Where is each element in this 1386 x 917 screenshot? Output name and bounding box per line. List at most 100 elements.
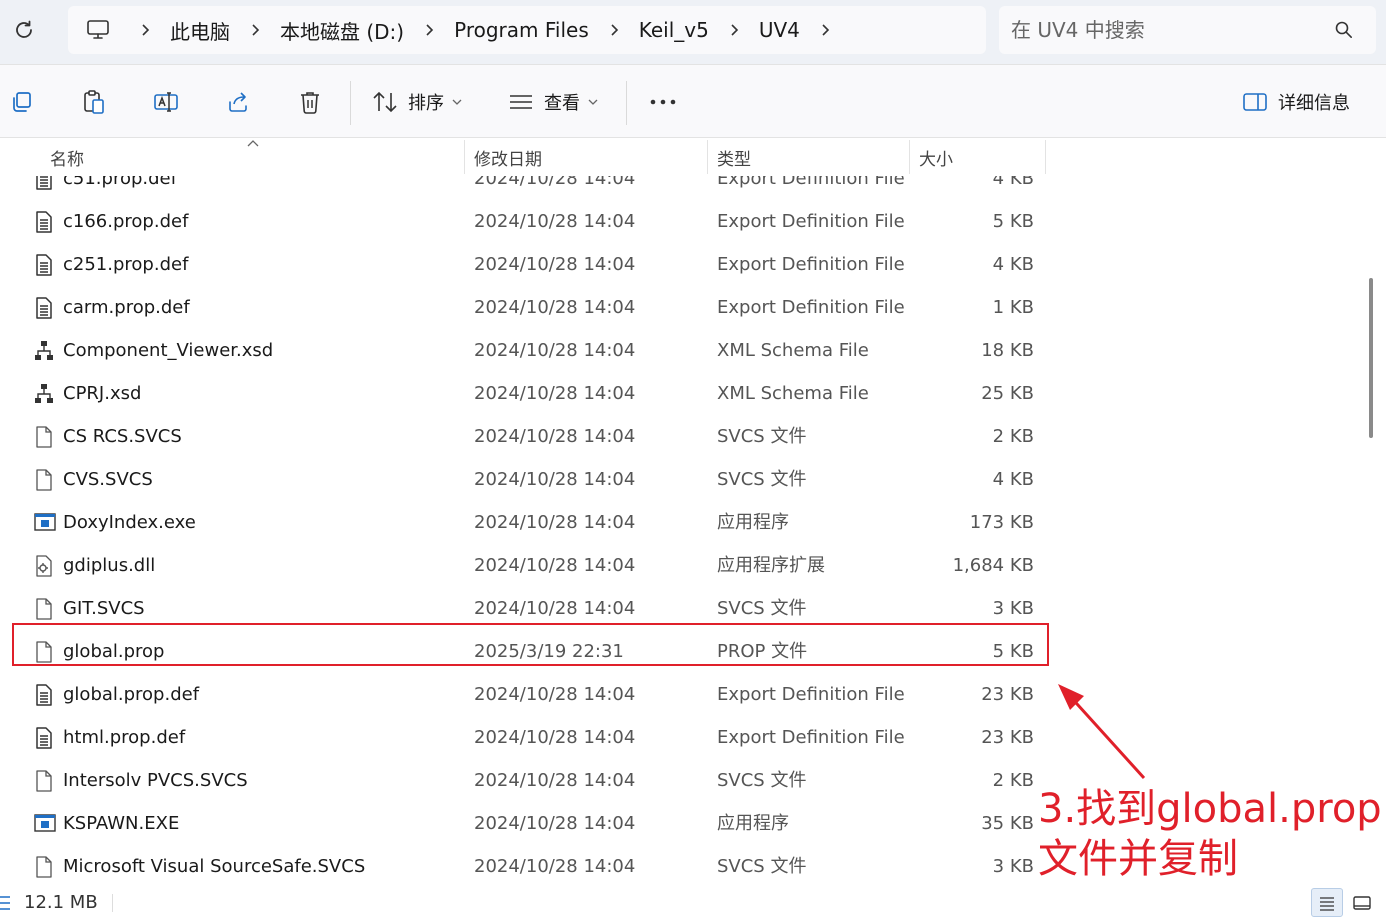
sort-button[interactable]: 排序	[372, 83, 462, 121]
file-name[interactable]: Intersolv PVCS.SVCS	[63, 759, 248, 802]
column-divider[interactable]	[909, 140, 910, 174]
file-type: Export Definition File	[717, 254, 905, 275]
file-date: 2024/10/28 14:04	[474, 469, 636, 490]
rename-button[interactable]	[150, 83, 182, 121]
file-name[interactable]: global.prop.def	[63, 673, 199, 716]
chevron-right-icon[interactable]	[238, 6, 272, 54]
breadcrumb-item-uv4[interactable]: UV4	[751, 18, 808, 42]
file-date: 2024/10/28 14:04	[474, 340, 636, 361]
details-view-button[interactable]	[1311, 888, 1343, 917]
breadcrumb-item-this-pc[interactable]: 此电脑	[162, 16, 238, 45]
search-input[interactable]	[1011, 14, 1321, 46]
file-date: 2024/10/28 14:04	[474, 297, 636, 318]
file-name[interactable]: c166.prop.def	[63, 200, 188, 243]
file-name[interactable]: html.prop.def	[63, 716, 185, 759]
file-row[interactable]: gdiplus.dll 2024/10/28 14:04 应用程序扩展 1,684 K…	[0, 544, 1360, 587]
file-name[interactable]: c51.prop.def	[63, 176, 177, 200]
file-row[interactable]: html.prop.def 2024/10/28 14:04 Export Defi…	[0, 716, 1360, 759]
file-size: 3 KB	[992, 598, 1034, 619]
file-name[interactable]: KSPAWN.EXE	[63, 802, 179, 845]
details-view-icon	[1320, 896, 1334, 911]
share-button[interactable]	[222, 83, 254, 121]
file-row[interactable]: global.prop 2025/3/19 22:31 PROP 文件 5 KB	[0, 630, 1360, 673]
this-pc-button[interactable]	[68, 6, 128, 54]
sort-arrows-icon	[373, 91, 397, 113]
file-row[interactable]: global.prop.def 2024/10/28 14:04 Export De…	[0, 673, 1360, 716]
file-name[interactable]: global.prop	[63, 630, 165, 673]
column-header-date[interactable]: 修改日期	[466, 138, 706, 176]
file-row[interactable]: carm.prop.def 2024/10/28 14:04 Export Defi…	[0, 286, 1360, 329]
chevron-down-icon	[588, 99, 598, 105]
file-size: 35 KB	[981, 813, 1034, 834]
paste-button[interactable]	[78, 83, 110, 121]
file-size: 1,684 KB	[952, 555, 1034, 576]
status-divider	[112, 894, 113, 912]
file-date: 2024/10/28 14:04	[474, 211, 636, 232]
file-name[interactable]: GIT.SVCS	[63, 587, 145, 630]
file-name[interactable]: CPRJ.xsd	[63, 372, 141, 415]
vertical-scrollbar[interactable]	[1360, 138, 1386, 888]
file-name[interactable]: CS RCS.SVCS	[63, 415, 182, 458]
file-row[interactable]: c51.prop.def 2024/10/28 14:04 Export Defin…	[0, 176, 1360, 200]
file-row[interactable]: DoxyIndex.exe 2024/10/28 14:04 应用程序 173 KB	[0, 501, 1360, 544]
view-button[interactable]: 查看	[508, 83, 598, 121]
trash-icon	[301, 92, 319, 114]
search-icon[interactable]	[1334, 20, 1354, 40]
file-name[interactable]: DoxyIndex.exe	[63, 501, 196, 544]
file-name[interactable]: carm.prop.def	[63, 286, 190, 329]
refresh-button[interactable]	[8, 14, 40, 46]
file-type: SVCS 文件	[717, 469, 807, 490]
search-box[interactable]	[999, 6, 1376, 54]
file-type: Export Definition File	[717, 176, 905, 189]
chevron-right-icon[interactable]	[717, 6, 751, 54]
breadcrumb[interactable]: 此电脑 本地磁盘 (D:) Program Files Keil_v5 UV4	[68, 6, 986, 54]
file-name[interactable]: Microsoft Visual SourceSafe.SVCS	[63, 845, 365, 888]
copy-button[interactable]	[6, 83, 38, 121]
file-row[interactable]: CVS.SVCS 2024/10/28 14:04 SVCS 文件 4 KB	[0, 458, 1360, 501]
breadcrumb-item-keil[interactable]: Keil_v5	[631, 18, 717, 42]
file-name[interactable]: c251.prop.def	[63, 243, 188, 286]
chevron-right-icon[interactable]	[808, 6, 842, 54]
delete-button[interactable]	[294, 83, 326, 121]
large-icons-view-button[interactable]	[1346, 888, 1378, 917]
xml-schema-icon	[34, 340, 54, 362]
column-header-type[interactable]: 类型	[709, 138, 909, 176]
file-date: 2024/10/28 14:04	[474, 856, 636, 877]
document-lines-icon	[34, 211, 54, 233]
column-divider[interactable]	[1045, 140, 1046, 174]
details-pane-icon	[1243, 93, 1267, 111]
details-pane-button[interactable]: 详细信息	[1242, 83, 1350, 121]
xml-schema-icon	[34, 383, 54, 405]
file-date: 2024/10/28 14:04	[474, 383, 636, 404]
file-name[interactable]: gdiplus.dll	[63, 544, 155, 587]
more-options-button[interactable]	[648, 83, 678, 121]
file-row[interactable]: c251.prop.def 2024/10/28 14:04 Export Defi…	[0, 243, 1360, 286]
breadcrumb-item-program-files[interactable]: Program Files	[446, 18, 597, 42]
file-row[interactable]: GIT.SVCS 2024/10/28 14:04 SVCS 文件 3 KB	[0, 587, 1360, 630]
chevron-right-icon[interactable]	[128, 6, 162, 54]
column-header-name[interactable]: 名称	[42, 138, 464, 176]
chevron-right-icon[interactable]	[412, 6, 446, 54]
file-rows: c51.prop.def 2024/10/28 14:04 Export Defin…	[0, 176, 1360, 888]
command-bar: 排序 查看 详细信息	[0, 64, 1386, 138]
file-row[interactable]: CS RCS.SVCS 2024/10/28 14:04 SVCS 文件 2 KB	[0, 415, 1360, 458]
scrollbar-thumb[interactable]	[1369, 278, 1373, 438]
column-divider[interactable]	[464, 140, 465, 174]
file-type: Export Definition File	[717, 727, 905, 748]
toolbar-divider	[350, 81, 351, 125]
file-size: 173 KB	[969, 512, 1034, 533]
file-type: Export Definition File	[717, 297, 905, 318]
column-header-size[interactable]: 大小	[911, 138, 1045, 176]
file-date: 2024/10/28 14:04	[474, 598, 636, 619]
breadcrumb-item-local-disk[interactable]: 本地磁盘 (D:)	[272, 16, 412, 45]
file-row[interactable]: Component_Viewer.xsd 2024/10/28 14:04 XML …	[0, 329, 1360, 372]
file-row[interactable]: CPRJ.xsd 2024/10/28 14:04 XML Schema File 2…	[0, 372, 1360, 415]
column-divider[interactable]	[707, 140, 708, 174]
file-name[interactable]: Component_Viewer.xsd	[63, 329, 273, 372]
computer-monitor-icon	[87, 20, 109, 39]
file-row[interactable]: c166.prop.def 2024/10/28 14:04 Export Defi…	[0, 200, 1360, 243]
file-type: Export Definition File	[717, 211, 905, 232]
chevron-right-icon[interactable]	[597, 6, 631, 54]
file-name[interactable]: CVS.SVCS	[63, 458, 153, 501]
file-size: 25 KB	[981, 383, 1034, 404]
